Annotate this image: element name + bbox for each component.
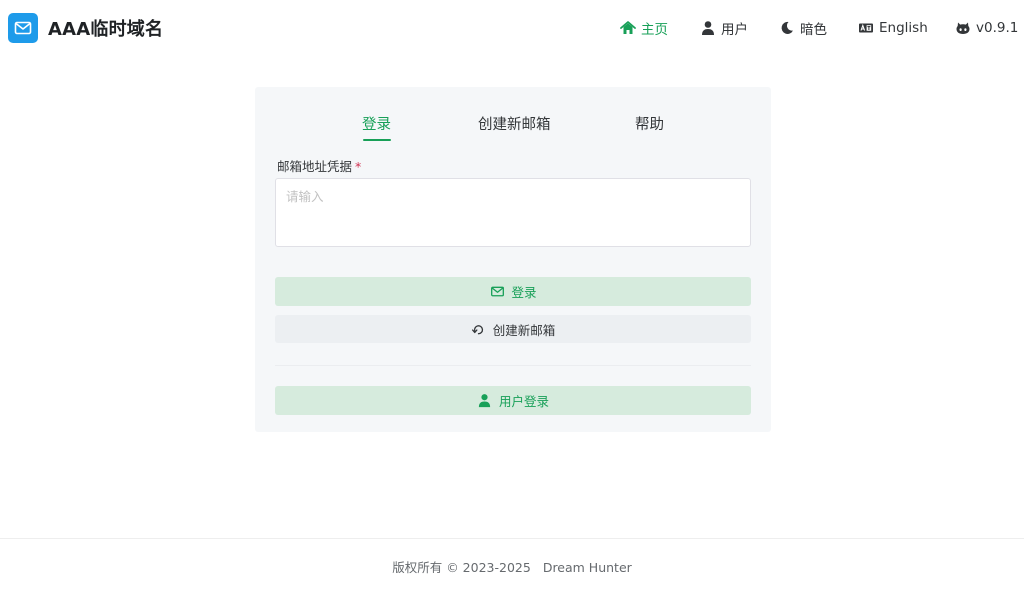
translate-icon	[858, 20, 874, 36]
footer-divider	[0, 538, 1024, 539]
login-card: 登录 创建新邮箱 帮助 邮箱地址凭据* 登录 创建新邮箱	[255, 87, 771, 432]
user-icon	[477, 393, 493, 409]
brand[interactable]: AAA临时域名	[8, 13, 163, 43]
mail-icon	[489, 284, 505, 300]
credential-input[interactable]	[275, 178, 751, 247]
nav-language[interactable]: English	[858, 17, 928, 39]
create-mailbox-button-label: 创建新邮箱	[492, 323, 556, 338]
user-login-button[interactable]: 用户登录	[275, 386, 751, 415]
app-title: AAA临时域名	[48, 19, 164, 40]
nav-github-version[interactable]: v0.9.1	[955, 17, 1018, 39]
nav-language-label: English	[879, 20, 928, 36]
credential-field-label: 邮箱地址凭据 *	[277, 156, 361, 175]
footer: 版权所有 © 2023-2025 Dream Hunter	[0, 557, 1024, 576]
refresh-icon	[471, 321, 487, 337]
app-header: AAA临时域名 主页 用户 暗色 English v0.9.1	[0, 0, 1024, 56]
user-icon	[700, 20, 716, 36]
divider	[275, 365, 751, 366]
home-icon	[620, 20, 636, 36]
login-button-label: 登录	[511, 286, 537, 300]
copyright-text: 版权所有 © 2023-2025	[392, 560, 531, 575]
mail-logo-icon	[8, 13, 38, 43]
create-mailbox-button[interactable]: 创建新邮箱	[275, 315, 751, 343]
user-login-button-label: 用户登录	[498, 395, 549, 409]
tab-create-mailbox[interactable]: 创建新邮箱	[478, 113, 551, 135]
nav-dark-mode[interactable]: 暗色	[779, 17, 827, 39]
login-button[interactable]: 登录	[275, 277, 751, 306]
tab-login[interactable]: 登录	[362, 113, 391, 135]
nav-home-label: 主页	[641, 22, 668, 38]
github-icon	[955, 20, 971, 36]
footer-author: Dream Hunter	[542, 560, 632, 575]
nav-user[interactable]: 用户	[700, 17, 748, 39]
nav-user-label: 用户	[721, 22, 748, 38]
nav-version-label: v0.9.1	[976, 20, 1019, 36]
active-tab-indicator	[363, 139, 391, 141]
tab-help[interactable]: 帮助	[635, 113, 664, 135]
nav-home[interactable]: 主页	[620, 17, 668, 39]
moon-icon	[779, 20, 795, 36]
credential-label-text: 邮箱地址凭据	[277, 159, 353, 174]
required-mark: *	[355, 159, 362, 174]
nav-dark-mode-label: 暗色	[800, 22, 827, 38]
